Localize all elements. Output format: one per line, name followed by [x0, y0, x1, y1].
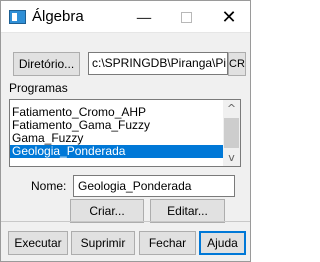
help-button[interactable]: Ajuda [199, 231, 246, 255]
minimize-icon: — [136, 7, 152, 27]
programs-label: Programas [9, 81, 68, 95]
create-button[interactable]: Criar... [70, 199, 144, 223]
edit-button[interactable]: Editar... [150, 199, 225, 223]
close-icon: ✕ [221, 6, 237, 28]
name-label: Nome: [31, 179, 67, 193]
title-bar[interactable]: Álgebra — ✕ [1, 1, 250, 33]
app-window-icon [9, 10, 26, 24]
delete-button[interactable]: Suprimir [71, 231, 135, 255]
directory-path-field[interactable]: c:\SPRINGDB\Piranga\Pi [88, 52, 228, 75]
list-item-selected[interactable]: Geologia_Ponderada [10, 145, 223, 158]
close-button[interactable]: Fechar [139, 231, 196, 255]
close-window-button[interactable]: ✕ [208, 1, 250, 33]
minimize-button[interactable]: — [123, 1, 165, 33]
scroll-up-icon[interactable]: ^ [223, 100, 240, 117]
directory-button[interactable]: Diretório... [13, 52, 80, 76]
maximize-icon [180, 11, 192, 23]
cr-button[interactable]: CR [228, 52, 246, 76]
list-scrollbar[interactable]: ^ v [223, 100, 240, 166]
window-title: Álgebra [32, 8, 84, 25]
maximize-button[interactable] [165, 1, 207, 33]
programs-list: Fatiamento_Cromo_AHP Fatiamento_Gama_Fuz… [10, 106, 223, 158]
scroll-thumb[interactable] [224, 118, 239, 148]
execute-button[interactable]: Executar [8, 231, 68, 255]
algebra-window: Álgebra — ✕ Diretório... c:\SPRINGDB\Pir… [0, 0, 251, 262]
footer-divider [1, 221, 250, 222]
programs-listbox[interactable]: Fatiamento_Cromo_AHP Fatiamento_Gama_Fuz… [9, 99, 241, 167]
name-field[interactable]: Geologia_Ponderada [73, 175, 235, 197]
scroll-down-icon[interactable]: v [223, 149, 240, 166]
